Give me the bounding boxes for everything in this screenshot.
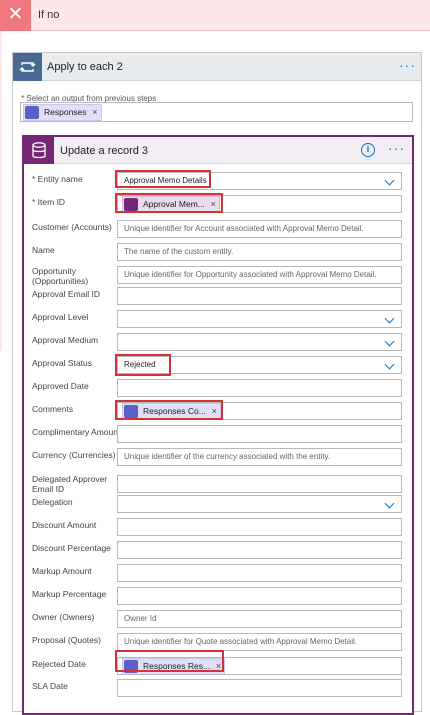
field-label: SLA Date [32,681,68,691]
input-opportunity-opportunities[interactable]: Unique identifier for Opportunity associ… [117,266,402,284]
input-approval-email-id[interactable] [117,287,402,305]
field-label: Approved Date [32,381,89,391]
field-label: Opportunity (Opportunities) [32,266,89,286]
field-label: Complimentary Amount [32,427,121,437]
field-label: Proposal (Quotes) [32,635,101,645]
field-label: * Entity name [32,174,83,184]
field-label: Markup Percentage [32,589,107,599]
remove-token-icon[interactable]: × [92,105,97,120]
responses-token[interactable]: Responses × [23,104,102,121]
red-highlight-box [115,193,223,213]
database-icon [24,137,54,164]
field-label: Approval Level [32,312,89,322]
more-options-icon[interactable]: ··· [399,57,416,73]
field-label: Owner (Owners) [32,612,95,622]
field-label: Markup Amount [32,566,92,576]
chevron-down-icon[interactable] [384,498,395,509]
field-placeholder: The name of the custom entity. [124,247,234,256]
input-complimentary-amount[interactable] [117,425,402,443]
field-label: Discount Percentage [32,543,111,553]
red-highlight-box [115,650,224,672]
forms-icon [25,106,39,119]
field-placeholder: Owner Id [124,614,157,623]
field-placeholder: Unique identifier for Quote associated w… [124,637,358,646]
select-output-input[interactable]: Responses × [20,102,413,122]
input-owner-owners[interactable]: Owner Id [117,610,402,628]
more-options-icon[interactable]: ··· [388,140,405,156]
dropdown-delegation[interactable] [117,495,402,513]
input-delegated-approver-email-id[interactable] [117,475,402,493]
loop-icon [13,53,42,81]
branch-edge [0,31,2,351]
update-record-header[interactable]: Update a record 3 i ··· [24,137,412,164]
field-label: Name [32,245,55,255]
input-markup-amount[interactable] [117,564,402,582]
apply-to-each-title: Apply to each 2 [47,61,123,73]
dropdown-approval-medium[interactable] [117,333,402,351]
red-highlight-box [115,170,211,188]
field-label: Delegated Approver Email ID [32,474,108,494]
field-label: Comments [32,404,74,414]
chevron-down-icon[interactable] [384,313,395,324]
input-sla-date[interactable] [117,679,402,697]
field-placeholder: Unique identifier of the currency associ… [124,452,331,461]
dropdown-approval-level[interactable] [117,310,402,328]
field-label: * Item ID [32,197,66,207]
red-highlight-box [115,354,171,376]
field-label: Approval Medium [32,335,99,345]
input-discount-amount[interactable] [117,518,402,536]
field-label: Rejected Date [32,659,86,669]
field-label: Customer (Accounts) [32,222,112,232]
chevron-down-icon[interactable] [384,175,395,186]
input-customer-accounts[interactable]: Unique identifier for Account associated… [117,220,402,238]
field-label: Approval Email ID [32,289,101,299]
info-icon[interactable]: i [361,143,375,157]
if-no-branch-header[interactable]: ✕ If no [0,0,430,31]
field-placeholder: Unique identifier for Account associated… [124,224,364,233]
red-highlight-box [115,400,223,420]
input-markup-percentage[interactable] [117,587,402,605]
field-label: Discount Amount [32,520,97,530]
field-label: Currency (Currencies) [32,450,116,460]
chevron-down-icon[interactable] [384,359,395,370]
input-proposal-quotes[interactable]: Unique identifier for Quote associated w… [117,633,402,651]
input-currency-currencies[interactable]: Unique identifier of the currency associ… [117,448,402,466]
update-record-card: Update a record 3 i ··· * Entity name App… [22,135,414,715]
field-placeholder: Unique identifier for Opportunity associ… [124,270,377,279]
chevron-down-icon[interactable] [384,336,395,347]
branch-title: If no [38,9,60,21]
apply-to-each-header[interactable]: Apply to each 2 ··· [13,53,421,81]
input-name[interactable]: The name of the custom entity. [117,243,402,261]
field-label: Delegation [32,497,73,507]
field-label: Approval Status [32,358,93,368]
input-approved-date[interactable] [117,379,402,397]
update-record-title: Update a record 3 [60,145,149,157]
input-discount-percentage[interactable] [117,541,402,559]
close-icon: ✕ [0,0,31,31]
